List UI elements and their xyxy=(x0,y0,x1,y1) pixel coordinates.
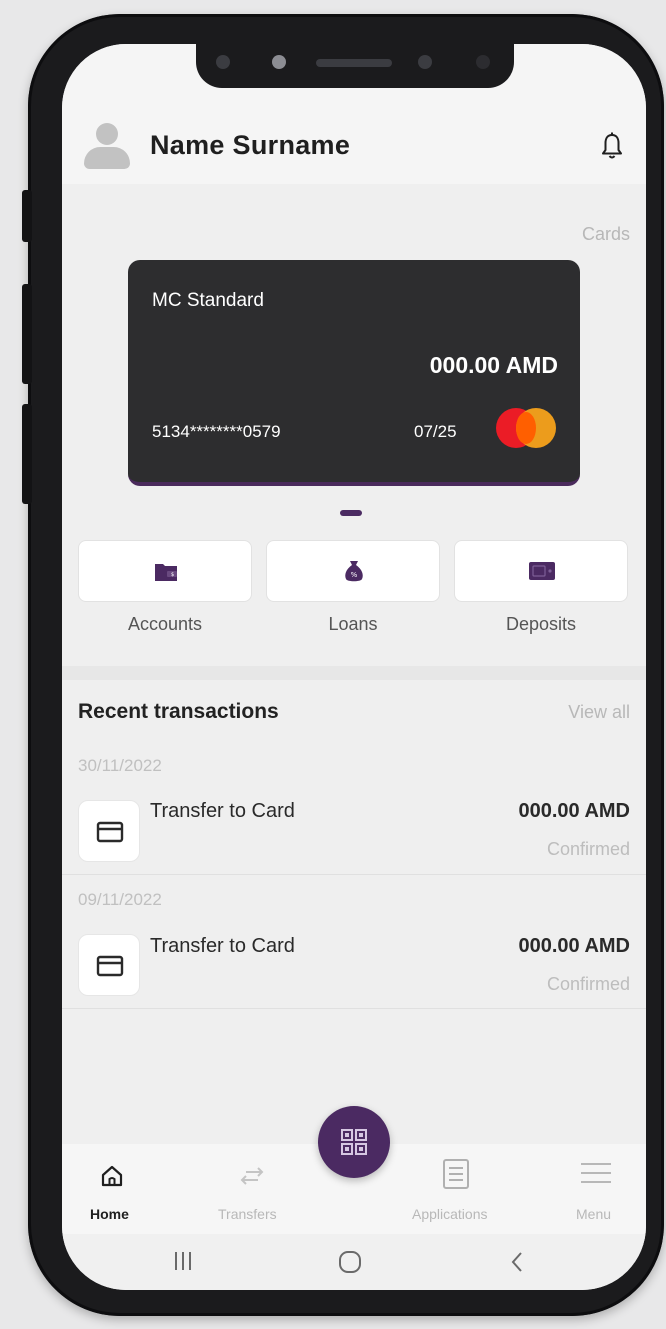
money-bag-icon: % xyxy=(345,561,363,582)
user-name: Name Surname xyxy=(150,130,351,160)
card-balance: 000.00 AMD xyxy=(429,352,558,378)
camera-notch xyxy=(196,44,514,88)
recent-apps-icon[interactable] xyxy=(172,1250,194,1272)
wallet-icon: $ xyxy=(155,564,177,581)
mastercard-logo-icon xyxy=(496,408,558,448)
card-transfer-icon xyxy=(78,934,140,996)
deposits-label: Deposits xyxy=(505,614,577,634)
loans-button[interactable]: % xyxy=(266,540,440,602)
tab-menu-label: Menu xyxy=(576,1206,612,1222)
row-divider xyxy=(62,874,646,875)
deposits-button[interactable] xyxy=(454,540,628,602)
section-divider xyxy=(62,666,646,680)
transaction-amount: 000.00 AMD xyxy=(518,800,630,822)
row-divider xyxy=(62,1008,646,1009)
transaction-title[interactable]: Transfer to Card xyxy=(150,800,295,823)
mute-switch xyxy=(22,190,32,242)
qr-scan-button[interactable] xyxy=(318,1106,390,1178)
tab-applications[interactable]: Applications xyxy=(408,1144,504,1234)
cards-link[interactable]: Cards xyxy=(582,224,630,245)
card-number: 5134********0579 xyxy=(152,422,281,441)
transaction-title[interactable]: Transfer to Card xyxy=(150,935,295,958)
accounts-button[interactable]: $ xyxy=(78,540,252,602)
transaction-status: Confirmed xyxy=(546,839,630,859)
home-circle-icon[interactable] xyxy=(338,1250,362,1274)
carousel-indicator xyxy=(340,510,362,516)
back-icon[interactable] xyxy=(508,1250,526,1274)
avatar[interactable] xyxy=(84,123,130,173)
card-transfer-icon xyxy=(78,800,140,862)
tab-home[interactable]: Home xyxy=(86,1144,138,1234)
card-name: MC Standard xyxy=(152,290,264,311)
accounts-label: Accounts xyxy=(127,614,203,634)
transaction-date: 30/11/2022 xyxy=(78,756,162,775)
tab-transfers-label: Transfers xyxy=(218,1206,277,1222)
volume-down-button xyxy=(22,404,32,504)
app-screen: Name Surname Cards MC Standard 000.00 AM… xyxy=(62,44,646,1290)
document-icon xyxy=(443,1159,469,1189)
tab-applications-label: Applications xyxy=(412,1206,488,1222)
qr-code-icon xyxy=(341,1129,367,1155)
svg-text:$: $ xyxy=(171,572,174,578)
volume-up-button xyxy=(22,284,32,384)
system-navigation-bar xyxy=(62,1234,646,1290)
svg-text:%: % xyxy=(351,571,358,579)
bank-card[interactable]: MC Standard 000.00 AMD 5134********0579 … xyxy=(128,260,580,486)
transaction-amount: 000.00 AMD xyxy=(518,935,630,957)
transaction-status: Confirmed xyxy=(546,974,630,994)
tab-home-label: Home xyxy=(90,1206,129,1222)
tab-transfers[interactable]: Transfers xyxy=(210,1144,290,1234)
recent-transactions-title: Recent transactions xyxy=(78,700,279,723)
bell-icon[interactable] xyxy=(600,132,624,162)
card-expiry: 07/25 xyxy=(414,422,457,441)
loans-label: Loans xyxy=(328,614,378,634)
home-icon xyxy=(101,1165,123,1187)
transaction-date: 09/11/2022 xyxy=(78,890,162,909)
tab-menu[interactable]: Menu xyxy=(566,1144,630,1234)
view-all-link[interactable]: View all xyxy=(568,702,630,723)
transfer-arrows-icon xyxy=(240,1167,264,1185)
safe-icon xyxy=(529,562,555,580)
menu-icon xyxy=(581,1163,611,1183)
